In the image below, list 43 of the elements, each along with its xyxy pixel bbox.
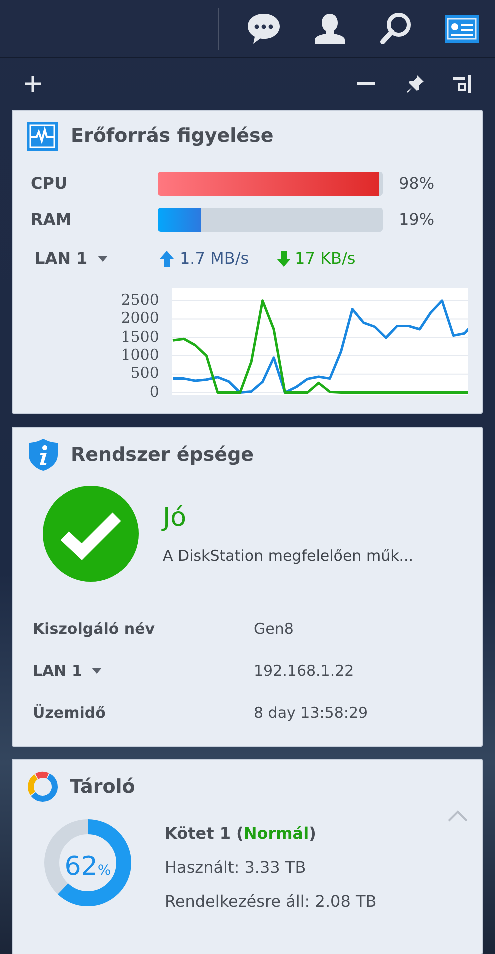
caret-icon[interactable] — [98, 256, 108, 262]
widget-title: Tároló — [70, 774, 136, 800]
layout-icon[interactable] — [453, 75, 471, 93]
download-arrow-icon — [277, 251, 292, 267]
meter-label: RAM — [30, 209, 73, 231]
caret-icon[interactable] — [92, 668, 102, 674]
interface-dropdown[interactable]: LAN 1 — [33, 660, 254, 682]
add-icon[interactable] — [24, 75, 42, 93]
health-status: Jó — [163, 502, 188, 535]
minimize-icon[interactable] — [357, 82, 375, 86]
download-speed: 17 KB/s — [295, 248, 356, 270]
usage-percent: 62% — [64, 851, 112, 884]
search-icon[interactable] — [379, 12, 413, 46]
volume-status: Kötet 1 (Normál) — [165, 823, 318, 845]
axis-tick-label: 1500 — [121, 330, 160, 345]
chat-bubble-icon[interactable] — [246, 12, 282, 46]
axis-tick-label: 2000 — [121, 311, 160, 326]
widget-title: Erőforrás figyelése — [71, 124, 274, 150]
storage-ring-icon — [26, 770, 60, 804]
info-value: Gen8 — [254, 618, 294, 640]
id-card-icon[interactable] — [444, 14, 480, 44]
info-label: Üzemidő — [33, 702, 107, 724]
used-space: Használt: 3.33 TB — [165, 857, 308, 879]
info-shield-icon — [28, 438, 59, 472]
usage-percent: 19% — [399, 209, 435, 231]
info-value: 192.168.1.22 — [254, 660, 354, 682]
meter-label: CPU — [30, 173, 68, 195]
widget-title: Rendszer épsége — [71, 442, 254, 468]
axis-tick-label: 500 — [130, 366, 160, 382]
info-label: Kiszolgáló név — [33, 618, 156, 640]
pin-icon[interactable] — [405, 74, 425, 94]
interface-dropdown[interactable]: LAN 1 — [27, 247, 160, 271]
axis-tick-label: 0 — [150, 384, 160, 400]
usage-percent: 98% — [399, 173, 435, 195]
upload-speed: 1.7 MB/s — [180, 248, 250, 270]
health-message: A DiskStation megfelelően műk... — [163, 546, 414, 567]
axis-tick-label: 1000 — [121, 348, 160, 364]
available-space: Rendelkezésre áll: 2.08 TB — [165, 891, 377, 913]
axis-tick-label: 2500 — [121, 292, 160, 308]
upload-arrow-icon — [160, 251, 174, 267]
user-icon[interactable] — [313, 12, 347, 46]
info-value: 8 day 13:58:29 — [254, 702, 368, 724]
pulse-monitor-icon — [26, 121, 59, 152]
